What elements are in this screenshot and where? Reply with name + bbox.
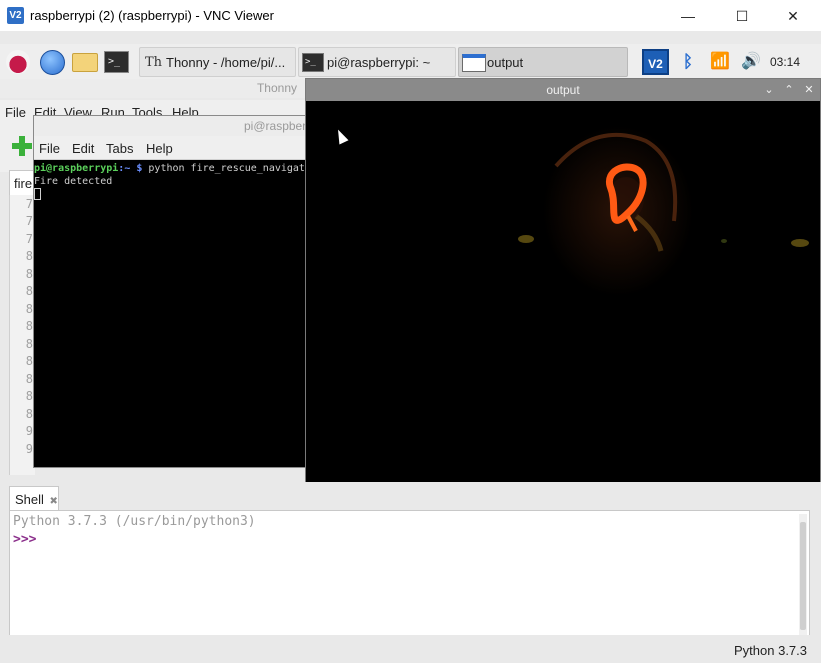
thonny-title: Thonny: [256, 81, 297, 95]
minimize-button[interactable]: —: [665, 4, 711, 28]
terminal-output-line: Fire detected: [34, 176, 113, 187]
terminal-window[interactable]: pi@raspberrypi: ~ File Edit Tabs Help pi…: [33, 115, 339, 468]
vnc-viewer-logo-icon: V2: [7, 7, 24, 24]
terminal-icon: >_: [302, 53, 324, 72]
shell-prompt: >>>: [13, 532, 37, 547]
bluetooth-icon[interactable]: ᛒ: [680, 51, 696, 73]
prompt-path: :~ $: [118, 163, 143, 174]
terminal-cursor-line: [34, 188, 305, 201]
new-file-icon[interactable]: [12, 136, 32, 156]
camera-frame: [306, 101, 820, 482]
noise-blob: [721, 239, 727, 243]
clock[interactable]: 03:14: [770, 51, 800, 73]
tab-shell[interactable]: Shell ✖: [9, 486, 59, 510]
thonny-icon: Th: [145, 55, 163, 70]
wifi-icon[interactable]: 📶: [708, 51, 732, 73]
close-icon[interactable]: ✕: [801, 82, 817, 98]
thonny-toolbar: [0, 122, 34, 172]
line-number: 8: [25, 372, 33, 386]
interpreter-status[interactable]: Python 3.7.3: [734, 643, 807, 658]
taskbar-item-label: output: [487, 55, 524, 70]
thonny-titlebar: Thonny: [0, 79, 305, 98]
noise-blob: [791, 239, 809, 247]
shell-pane: Shell ✖ Python 3.7.3 (/usr/bin/python3) …: [0, 482, 821, 638]
taskbar-item-output[interactable]: output: [458, 47, 628, 77]
chevron-up-icon[interactable]: ⌃: [781, 82, 797, 98]
line-number-gutter: 7 7 7 8 8 8 8 8 8 8 8 8 8 9 9: [9, 195, 35, 475]
terminal-icon[interactable]: >_: [104, 51, 129, 73]
output-titlebar[interactable]: output ⌄ ⌃ ✕: [306, 79, 820, 101]
line-number: 8: [25, 407, 33, 421]
line-number: 8: [25, 389, 33, 403]
noise-blob: [518, 235, 534, 243]
vnc-tray-icon[interactable]: V2: [642, 49, 669, 75]
line-number: 8: [25, 267, 33, 281]
taskbar-item-label: pi@raspberrypi: ~: [327, 55, 431, 70]
shell-scrollbar[interactable]: [799, 514, 807, 636]
maximize-button[interactable]: ☐: [719, 4, 765, 28]
terminal-menu-edit[interactable]: Edit: [72, 141, 94, 156]
chevron-down-icon[interactable]: ⌄: [761, 82, 777, 98]
shell-banner: Python 3.7.3 (/usr/bin/python3): [13, 514, 256, 529]
line-number: 7: [25, 197, 33, 211]
line-number: 8: [25, 319, 33, 333]
globe-icon[interactable]: [40, 50, 65, 75]
line-number: 8: [25, 249, 33, 263]
shell-console[interactable]: Python 3.7.3 (/usr/bin/python3) >>>: [9, 510, 810, 638]
close-icon[interactable]: ✖: [50, 496, 58, 507]
volume-icon[interactable]: 🔊: [739, 51, 763, 73]
line-number: 7: [25, 232, 33, 246]
terminal-command: python fire_rescue_navigation.py: [148, 163, 305, 174]
line-number: 7: [25, 214, 33, 228]
output-window[interactable]: output ⌄ ⌃ ✕: [305, 78, 821, 483]
output-title: output: [546, 83, 580, 97]
taskbar-item-thonny[interactable]: Th Thonny - /home/pi/...: [139, 47, 296, 77]
vnc-window-titlebar: V2 raspberrypi (2) (raspberrypi) - VNC V…: [0, 0, 821, 31]
text-cursor: [34, 188, 41, 200]
terminal-menubar: File Edit Tabs Help: [34, 136, 305, 160]
terminal-menu-help[interactable]: Help: [146, 141, 173, 156]
line-number: 8: [25, 337, 33, 351]
line-number: 8: [25, 284, 33, 298]
prompt-user: pi@raspberrypi: [34, 163, 119, 174]
tab-shell-label: Shell: [15, 492, 44, 507]
folder-icon[interactable]: [72, 53, 98, 72]
editor-tab[interactable]: fire: [9, 170, 35, 196]
terminal-titlebar[interactable]: pi@raspberrypi: ~: [34, 116, 339, 136]
line-number: 9: [25, 424, 33, 438]
window-icon: [462, 54, 486, 72]
raspberry-pi-menu-icon[interactable]: [6, 50, 30, 74]
line-number: 9: [25, 442, 33, 456]
line-number: 8: [25, 302, 33, 316]
close-button[interactable]: ✕: [770, 4, 816, 28]
terminal-command-line: pi@raspberrypi:~ $ python fire_rescue_na…: [34, 162, 305, 175]
menu-file[interactable]: File: [5, 105, 26, 120]
taskbar-item-label: Thonny - /home/pi/...: [166, 55, 286, 70]
terminal-output[interactable]: pi@raspberrypi:~ $ python fire_rescue_na…: [34, 160, 305, 467]
line-number: 8: [25, 354, 33, 368]
scrollbar-thumb[interactable]: [800, 522, 806, 630]
terminal-menu-tabs[interactable]: Tabs: [106, 141, 133, 156]
window-title: raspberrypi (2) (raspberrypi) - VNC View…: [30, 8, 274, 23]
terminal-menu-file[interactable]: File: [39, 141, 60, 156]
taskbar-item-terminal[interactable]: >_ pi@raspberrypi: ~: [298, 47, 456, 77]
taskbar: >_ Th Thonny - /home/pi/... >_ pi@raspbe…: [0, 44, 821, 80]
fire-detection-frame: [306, 101, 820, 482]
status-bar: Python 3.7.3: [0, 635, 821, 663]
